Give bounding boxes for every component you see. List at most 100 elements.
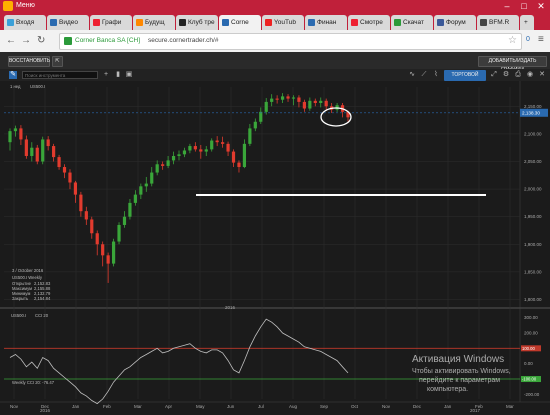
candle xyxy=(161,164,165,166)
close-chart-icon[interactable]: ✕ xyxy=(538,71,546,79)
maximize-icon[interactable]: □ xyxy=(517,1,531,11)
picture-icon[interactable]: ▣ xyxy=(125,71,133,79)
candle xyxy=(111,241,116,264)
candle xyxy=(117,224,121,242)
tab-label: Будущ xyxy=(145,19,165,26)
candle xyxy=(221,142,225,144)
minimize-icon[interactable]: – xyxy=(500,1,514,11)
tab-label: Смотре xyxy=(360,19,383,26)
tab-1[interactable]: Видео xyxy=(47,15,89,30)
menu-icon[interactable]: ≡ xyxy=(538,35,544,45)
pen-icon[interactable]: ✎ xyxy=(9,71,17,79)
tab-4[interactable]: Клуб тре xyxy=(176,15,218,30)
candle xyxy=(199,149,203,152)
lock-icon xyxy=(64,37,72,45)
watermark-line4: компьютера. xyxy=(427,386,468,393)
candle xyxy=(264,101,268,112)
tab-label: Corne xyxy=(231,19,249,26)
candle xyxy=(188,146,192,151)
cci-tick-label: 200.00 xyxy=(524,330,538,335)
forward-icon[interactable]: → xyxy=(21,35,31,46)
expand-icon[interactable]: ⤢ xyxy=(490,71,498,79)
candle xyxy=(84,211,88,220)
url-input[interactable]: Corner Banca SA [CH] secure.cornertrader… xyxy=(59,33,522,50)
time-tick-label: Dec xyxy=(413,404,422,409)
tab-favicon-icon xyxy=(50,19,57,26)
price-tick-label: 2,050.00 xyxy=(524,159,542,164)
new-tab-button[interactable]: + xyxy=(520,15,534,30)
tab-6[interactable]: YouTub xyxy=(262,15,304,30)
time-tick-label: Feb xyxy=(103,404,111,409)
candle xyxy=(101,244,105,256)
candle xyxy=(8,131,12,143)
time-tick-label: Jul xyxy=(258,404,264,409)
time-tick-label: Nov xyxy=(10,404,19,409)
tab-favicon-icon xyxy=(265,19,272,26)
tab-0[interactable]: Входя xyxy=(4,15,46,30)
plus-icon[interactable]: + xyxy=(102,71,110,79)
cci-tick-label: 300.00 xyxy=(524,315,538,320)
tab-label: Скачат xyxy=(403,19,424,26)
timeframe-label: 1 нед xyxy=(10,84,21,89)
popout-icon[interactable]: ⇱ xyxy=(52,56,63,67)
line-chart-icon[interactable]: ⌇ xyxy=(432,71,440,79)
back-icon[interactable]: ← xyxy=(6,35,16,46)
candle xyxy=(150,172,154,184)
candle xyxy=(280,96,285,100)
chart-area[interactable]: 2,150.00 2,100.00 2,050.00 2,000.00 1,950.00… xyxy=(0,81,550,413)
chart-svg[interactable]: 2,150.00 2,100.00 2,050.00 2,000.00 1,950.00… xyxy=(0,81,550,413)
tab-favicon-icon xyxy=(179,19,186,26)
restore-button[interactable]: ВОССТАНОВИТЬ xyxy=(8,56,50,67)
instrument-search-input[interactable] xyxy=(22,71,98,79)
watermark-line1: Активация Windows xyxy=(412,354,504,365)
candle xyxy=(30,147,34,156)
tab-9[interactable]: Скачат xyxy=(391,15,433,30)
tab-favicon-icon xyxy=(351,19,358,26)
bookmark-star-icon[interactable]: ☆ xyxy=(508,35,517,46)
cci-symbol: US500.I xyxy=(11,313,26,318)
tab-label: Клуб тре xyxy=(188,19,215,26)
tab-favicon-icon xyxy=(93,19,100,26)
tab-8[interactable]: Смотре xyxy=(348,15,390,30)
tab-label: Финан xyxy=(317,19,337,26)
candle xyxy=(248,128,252,144)
tab-3[interactable]: Будущ xyxy=(133,15,175,30)
price-tick-label: 2,100.00 xyxy=(524,131,542,136)
candle xyxy=(13,128,18,132)
app-toolbar: ВОССТАНОВИТЬ ⇱ ДОБАВИТЬ/ИЗДАТЬ ГРАФИКИ xyxy=(0,52,550,73)
time-tick-label: Mar xyxy=(506,404,514,409)
drawing-icon[interactable]: ⟋ xyxy=(420,71,428,79)
ohlc-value: 2,154.84 xyxy=(34,296,51,301)
candle xyxy=(46,139,50,147)
tab-favicon-icon xyxy=(7,19,14,26)
tab-11[interactable]: BFM.R xyxy=(477,15,519,30)
tab-label: Графи xyxy=(102,19,122,26)
add-charts-button[interactable]: ДОБАВИТЬ/ИЗДАТЬ ГРАФИКИ xyxy=(478,56,547,73)
print-icon[interactable]: ⎙ xyxy=(514,71,522,79)
tab-label: Видео xyxy=(59,19,78,26)
tab-10[interactable]: Форум xyxy=(434,15,476,30)
tab-5[interactable]: Corne xyxy=(219,15,261,30)
tab-7[interactable]: Финан xyxy=(305,15,347,30)
reload-icon[interactable]: ↻ xyxy=(37,35,45,46)
time-tick-label: Sep xyxy=(320,404,329,409)
candle xyxy=(291,97,296,99)
candle xyxy=(73,182,78,195)
bars-icon[interactable]: ▮ xyxy=(114,71,122,79)
indicator-icon[interactable]: ∿ xyxy=(408,71,416,79)
tab-2[interactable]: Графи xyxy=(90,15,132,30)
address-bar-row: ← → ↻ Corner Banca SA [CH] secure.corner… xyxy=(0,30,550,53)
cci-params: CCI 20 xyxy=(35,313,49,318)
tab-favicon-icon xyxy=(480,19,487,26)
extension-badge[interactable]: 0 xyxy=(526,36,530,43)
trade-button[interactable]: ТОРГОВОЙ xyxy=(444,70,486,81)
settings-icon[interactable]: ⚙ xyxy=(502,71,510,79)
close-icon[interactable]: ✕ xyxy=(534,1,548,11)
camera-icon[interactable]: ◉ xyxy=(526,71,534,79)
candle xyxy=(177,154,181,156)
tab-favicon-icon xyxy=(136,19,143,26)
url-text: secure.cornertrader.ch/# xyxy=(148,37,219,44)
candle xyxy=(302,101,306,109)
price-tick-label: 1,850.00 xyxy=(524,269,542,274)
year-label: 2016 xyxy=(225,305,236,310)
